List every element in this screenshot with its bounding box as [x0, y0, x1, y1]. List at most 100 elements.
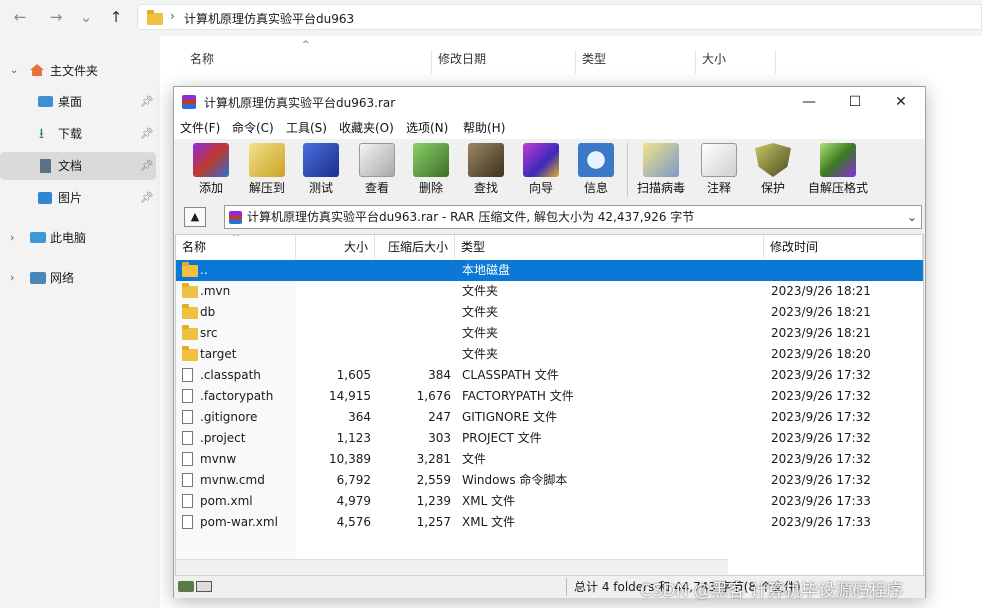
- chevron-down-icon[interactable]: ⌄: [907, 206, 917, 228]
- virus-scan-button[interactable]: 扫描病毒: [632, 143, 690, 196]
- comment-button[interactable]: 注释: [692, 143, 746, 196]
- cell-modified: 2023/9/26 17:32: [771, 452, 871, 466]
- sidebar-item-documents[interactable]: 文档 📌︎: [0, 152, 156, 180]
- delete-button[interactable]: 删除: [404, 143, 458, 196]
- cell-name: src: [200, 326, 218, 340]
- forward-button[interactable]: →: [44, 7, 68, 27]
- column-header-packed-size[interactable]: 压缩后大小: [375, 235, 455, 259]
- cell-name: .factorypath: [200, 389, 274, 403]
- table-row[interactable]: .gitignore 364 247 GITIGNORE 文件 2023/9/26 17…: [176, 407, 923, 428]
- title-bar[interactable]: 计算机原理仿真实验平台du963.rar — ☐ ✕: [174, 87, 925, 117]
- column-header-name[interactable]: 名称: [184, 50, 432, 74]
- toolbar-label: 测试: [308, 181, 333, 195]
- minimize-button[interactable]: —: [786, 87, 832, 117]
- sidebar-item-label: 网络: [50, 271, 75, 285]
- sidebar-item-network[interactable]: › 网络: [0, 264, 156, 292]
- menu-favorites[interactable]: 收藏夹(O): [339, 119, 394, 136]
- winrar-app-icon: [182, 95, 196, 109]
- sfx-button[interactable]: 自解压格式: [802, 143, 874, 196]
- sidebar-item-pictures[interactable]: 图片 📌︎: [0, 184, 156, 212]
- wizard-icon: [523, 143, 559, 177]
- back-button[interactable]: ←: [8, 7, 32, 27]
- pin-icon[interactable]: 📌︎: [140, 184, 154, 212]
- extract-to-icon: [249, 143, 285, 177]
- cell-packed-size: 1,676: [416, 389, 451, 403]
- find-binoculars-icon: [468, 143, 504, 177]
- wizard-button[interactable]: 向导: [514, 143, 568, 196]
- breadcrumb[interactable]: 计算机原理仿真实验平台du963: [184, 10, 354, 27]
- find-button[interactable]: 查找: [459, 143, 513, 196]
- pin-icon[interactable]: 📌︎: [140, 88, 154, 116]
- table-row[interactable]: mvnw 10,389 3,281 文件 2023/9/26 17:32: [176, 449, 923, 470]
- file-icon: [182, 431, 193, 445]
- cell-type: 文件夹: [462, 305, 499, 319]
- winrar-window: 计算机原理仿真实验平台du963.rar — ☐ ✕ 文件(F) 命令(C) 工…: [173, 86, 926, 598]
- recent-locations-button[interactable]: ⌄: [74, 7, 98, 27]
- up-one-level-button[interactable]: ▲: [184, 207, 206, 227]
- table-row[interactable]: .factorypath 14,915 1,676 FACTORYPATH 文件 202…: [176, 386, 923, 407]
- info-button[interactable]: 信息: [569, 143, 623, 196]
- extract-to-button[interactable]: 解压到: [240, 143, 294, 196]
- table-row[interactable]: pom-war.xml 4,576 1,257 XML 文件 2023/9/26 17:…: [176, 512, 923, 533]
- folder-icon: [182, 346, 198, 361]
- sidebar-item-home[interactable]: ⌄ 主文件夹: [0, 57, 156, 85]
- sidebar-item-desktop[interactable]: 桌面 📌︎: [0, 88, 156, 116]
- toolbar-label: 向导: [528, 181, 553, 195]
- sidebar-item-label: 文档: [58, 159, 83, 173]
- maximize-button[interactable]: ☐: [832, 87, 878, 117]
- add-button[interactable]: 添加: [184, 143, 238, 196]
- protect-button[interactable]: 保护: [746, 143, 800, 196]
- menu-options[interactable]: 选项(N): [406, 119, 448, 136]
- table-row[interactable]: .mvn 文件夹 2023/9/26 18:21: [176, 281, 923, 302]
- column-header-type[interactable]: 类型: [576, 50, 696, 74]
- chevron-down-icon[interactable]: ⌄: [10, 57, 18, 85]
- chevron-right-icon[interactable]: ›: [10, 264, 14, 292]
- menu-help[interactable]: 帮助(H): [463, 119, 505, 136]
- table-row[interactable]: db 文件夹 2023/9/26 18:21: [176, 302, 923, 323]
- menu-commands[interactable]: 命令(C): [232, 119, 274, 136]
- table-row[interactable]: .project 1,123 303 PROJECT 文件 2023/9/26 17:3…: [176, 428, 923, 449]
- close-button[interactable]: ✕: [878, 87, 924, 117]
- horizontal-scrollbar[interactable]: [176, 559, 728, 575]
- menu-file[interactable]: 文件(F): [180, 119, 220, 136]
- close-icon: ✕: [895, 94, 907, 110]
- column-header-type[interactable]: 类型: [455, 235, 764, 259]
- table-row[interactable]: .. 本地磁盘: [176, 260, 923, 281]
- archive-path-dropdown[interactable]: 计算机原理仿真实验平台du963.rar - RAR 压缩文件, 解包大小为 4…: [224, 205, 922, 229]
- drive-icon[interactable]: [178, 581, 194, 592]
- cell-modified: 2023/9/26 17:32: [771, 431, 871, 445]
- cell-packed-size: 247: [428, 410, 451, 424]
- cell-packed-size: 303: [428, 431, 451, 445]
- toolbar-label: 删除: [418, 181, 443, 195]
- cell-packed-size: 3,281: [416, 452, 451, 466]
- address-bar[interactable]: › 计算机原理仿真实验平台du963: [137, 4, 982, 30]
- column-header-modified[interactable]: 修改日期: [432, 50, 576, 74]
- table-row[interactable]: target 文件夹 2023/9/26 18:20: [176, 344, 923, 365]
- key-icon[interactable]: [196, 581, 212, 592]
- pin-icon[interactable]: 📌︎: [140, 152, 154, 180]
- cell-type: CLASSPATH 文件: [462, 368, 559, 382]
- table-row[interactable]: .classpath 1,605 384 CLASSPATH 文件 2023/9/26 …: [176, 365, 923, 386]
- sidebar-item-label: 桌面: [58, 95, 83, 109]
- table-row[interactable]: mvnw.cmd 6,792 2,559 Windows 命令脚本 2023/9/26 …: [176, 470, 923, 491]
- table-row[interactable]: pom.xml 4,979 1,239 XML 文件 2023/9/26 17:33: [176, 491, 923, 512]
- sidebar-item-this-pc[interactable]: › 此电脑: [0, 224, 156, 252]
- cell-name: mvnw: [200, 452, 237, 466]
- up-button[interactable]: ↑: [104, 7, 128, 27]
- pin-icon[interactable]: 📌︎: [140, 120, 154, 148]
- test-button[interactable]: 测试: [294, 143, 348, 196]
- column-header-size[interactable]: 大小: [696, 50, 776, 74]
- toolbar-label: 查看: [364, 181, 389, 195]
- sort-up-icon: ^: [302, 40, 310, 50]
- sidebar-item-downloads[interactable]: ⭳ 下载 📌︎: [0, 120, 156, 148]
- menu-tools[interactable]: 工具(S): [286, 119, 327, 136]
- document-icon: [40, 159, 51, 173]
- toolbar-label: 查找: [473, 181, 498, 195]
- table-row[interactable]: src 文件夹 2023/9/26 18:21: [176, 323, 923, 344]
- file-rows: .. 本地磁盘 .mvn 文件夹 2023/9/26 18:21 db 文件夹 2023/9/…: [176, 260, 923, 560]
- column-header-size[interactable]: 大小: [296, 235, 375, 259]
- chevron-right-icon[interactable]: ›: [10, 224, 14, 252]
- view-button[interactable]: 查看: [350, 143, 404, 196]
- cell-size: 4,576: [336, 515, 371, 529]
- column-header-modified[interactable]: 修改时间: [764, 235, 923, 259]
